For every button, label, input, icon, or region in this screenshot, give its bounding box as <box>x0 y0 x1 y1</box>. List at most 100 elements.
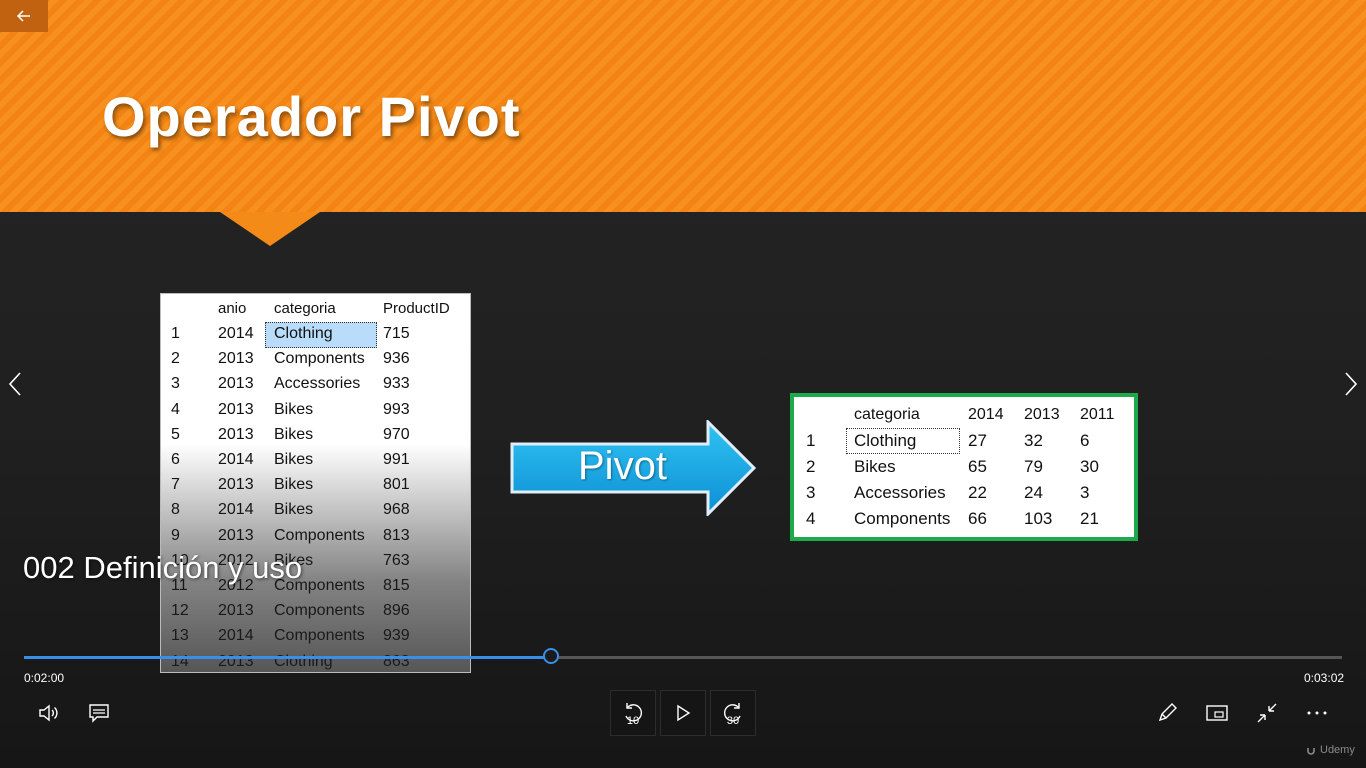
mini-player-button[interactable] <box>1194 690 1240 736</box>
table-row: 13 2014 Components 939 <box>161 624 470 649</box>
table-cell: 3 <box>806 483 816 502</box>
duration: 0:03:02 <box>1304 671 1345 685</box>
table-cell: 8 <box>171 501 180 519</box>
table-cell: 32 <box>1024 431 1043 450</box>
more-icon <box>1307 711 1327 715</box>
table-cell: Components <box>274 526 365 544</box>
table-cell: Bikes <box>274 476 314 494</box>
table-cell: 2014 <box>218 325 254 342</box>
table-cell: 970 <box>383 425 410 443</box>
slide-title: Operador Pivot <box>102 85 521 148</box>
previous-button[interactable] <box>0 368 30 400</box>
play-button[interactable] <box>660 690 706 736</box>
volume-button[interactable] <box>26 690 72 736</box>
table-cell: 813 <box>383 526 410 544</box>
chevron-right-icon <box>1345 372 1358 396</box>
table-cell: 2013 <box>218 375 254 393</box>
table-cell: 763 <box>383 551 410 569</box>
table-cell: 2 <box>806 457 816 476</box>
play-icon <box>677 704 691 722</box>
table-row: 1 2014 Clothing 715 <box>161 322 470 347</box>
table-cell: 3 <box>1080 483 1090 502</box>
pencil-icon <box>1158 703 1177 722</box>
table-row: 9 2013 Components 813 <box>161 524 470 549</box>
back-button[interactable] <box>0 0 48 32</box>
table-cell: Clothing <box>854 431 917 450</box>
exit-fullscreen-button[interactable] <box>1244 690 1290 736</box>
arrow-label: Pivot <box>578 444 667 488</box>
notes-button[interactable] <box>1144 690 1190 736</box>
table-cell: 79 <box>1024 457 1043 476</box>
table-cell: 2014 <box>218 451 254 468</box>
table-cell: Bikes <box>274 451 314 468</box>
table-row: 2 Bikes 65 79 30 <box>794 454 1134 480</box>
table-cell: 21 <box>1080 509 1099 528</box>
table-cell: 9 <box>171 526 180 544</box>
table-cell: 7 <box>171 476 180 494</box>
column-header: 2011 <box>1080 406 1115 423</box>
back-arrow-icon <box>16 10 30 22</box>
table-row: 2 2013 Components 936 <box>161 347 470 372</box>
skip-back-button[interactable]: 10 <box>610 690 656 736</box>
skip-back-label: 10 <box>626 715 640 727</box>
slide-canvas: Operador Pivot anio categoria ProductID 1 20… <box>0 0 1366 768</box>
table-cell: 66 <box>968 509 987 528</box>
table-cell: Bikes <box>274 501 314 519</box>
table-row: 1 Clothing 27 32 6 <box>794 428 1134 454</box>
table-row: 8 2014 Bikes 968 <box>161 498 470 523</box>
table-row: 3 2013 Accessories 933 <box>161 372 470 397</box>
table-row: 5 2013 Bikes 970 <box>161 423 470 448</box>
table-cell: 2014 <box>218 627 254 645</box>
captions-button[interactable] <box>76 690 122 736</box>
exit-fullscreen-icon <box>1257 703 1277 723</box>
table-cell: 4 <box>171 400 180 418</box>
column-header: anio <box>218 300 247 317</box>
table-cell: 103 <box>1024 509 1053 528</box>
table-cell: 12 <box>171 602 189 620</box>
table-cell: Components <box>274 627 365 645</box>
source-table: anio categoria ProductID 1 2014 Clothing 715 2 2… <box>160 293 471 673</box>
udemy-logo-icon <box>1307 748 1315 755</box>
next-button[interactable] <box>1336 368 1366 400</box>
table-cell: 715 <box>383 325 410 342</box>
table-row: 4 Components 66 103 21 <box>794 506 1134 532</box>
table-row: 14 2013 Clothing 863 <box>161 650 470 672</box>
table-cell: 801 <box>383 476 410 494</box>
table-row: 7 2013 Bikes 801 <box>161 473 470 498</box>
banner-notch <box>220 212 320 246</box>
table-row: 3 Accessories 22 24 3 <box>794 480 1134 506</box>
table-cell: Components <box>274 602 365 620</box>
seek-bar[interactable] <box>24 648 1342 664</box>
table-row: 6 2014 Bikes 991 <box>161 448 470 473</box>
table-cell: 2013 <box>218 476 254 494</box>
table-cell: 4 <box>806 509 816 528</box>
more-options-button[interactable] <box>1294 690 1340 736</box>
table-header-row: anio categoria ProductID <box>161 297 470 322</box>
table-cell: Bikes <box>274 400 314 418</box>
table-cell: 2013 <box>218 400 254 418</box>
table-cell: Accessories <box>854 483 946 502</box>
seek-bar-fill <box>24 656 552 659</box>
captions-icon <box>89 704 109 723</box>
table-cell: 6 <box>171 451 180 468</box>
column-header: ProductID <box>383 300 450 317</box>
table-cell: Components <box>274 350 365 368</box>
table-cell: 65 <box>968 457 987 476</box>
table-cell: 2013 <box>218 425 254 443</box>
table-cell: 933 <box>383 375 410 393</box>
skip-forward-button[interactable]: 30 <box>710 690 756 736</box>
chevron-left-icon <box>8 372 21 396</box>
table-cell: Accessories <box>274 375 361 393</box>
table-cell: 30 <box>1080 457 1099 476</box>
table-cell: 2014 <box>218 501 254 519</box>
table-cell: 5 <box>171 425 180 443</box>
udemy-watermark: Udemy <box>1306 744 1355 756</box>
table-cell: Bikes <box>854 457 896 476</box>
table-cell: 1 <box>806 431 816 450</box>
column-header: 2013 <box>1024 406 1060 423</box>
brand-label: Udemy <box>1320 744 1355 756</box>
table-cell: 6 <box>1080 431 1090 450</box>
table-cell: 896 <box>383 602 410 620</box>
table-cell: 939 <box>383 627 410 645</box>
table-cell: 936 <box>383 350 410 368</box>
